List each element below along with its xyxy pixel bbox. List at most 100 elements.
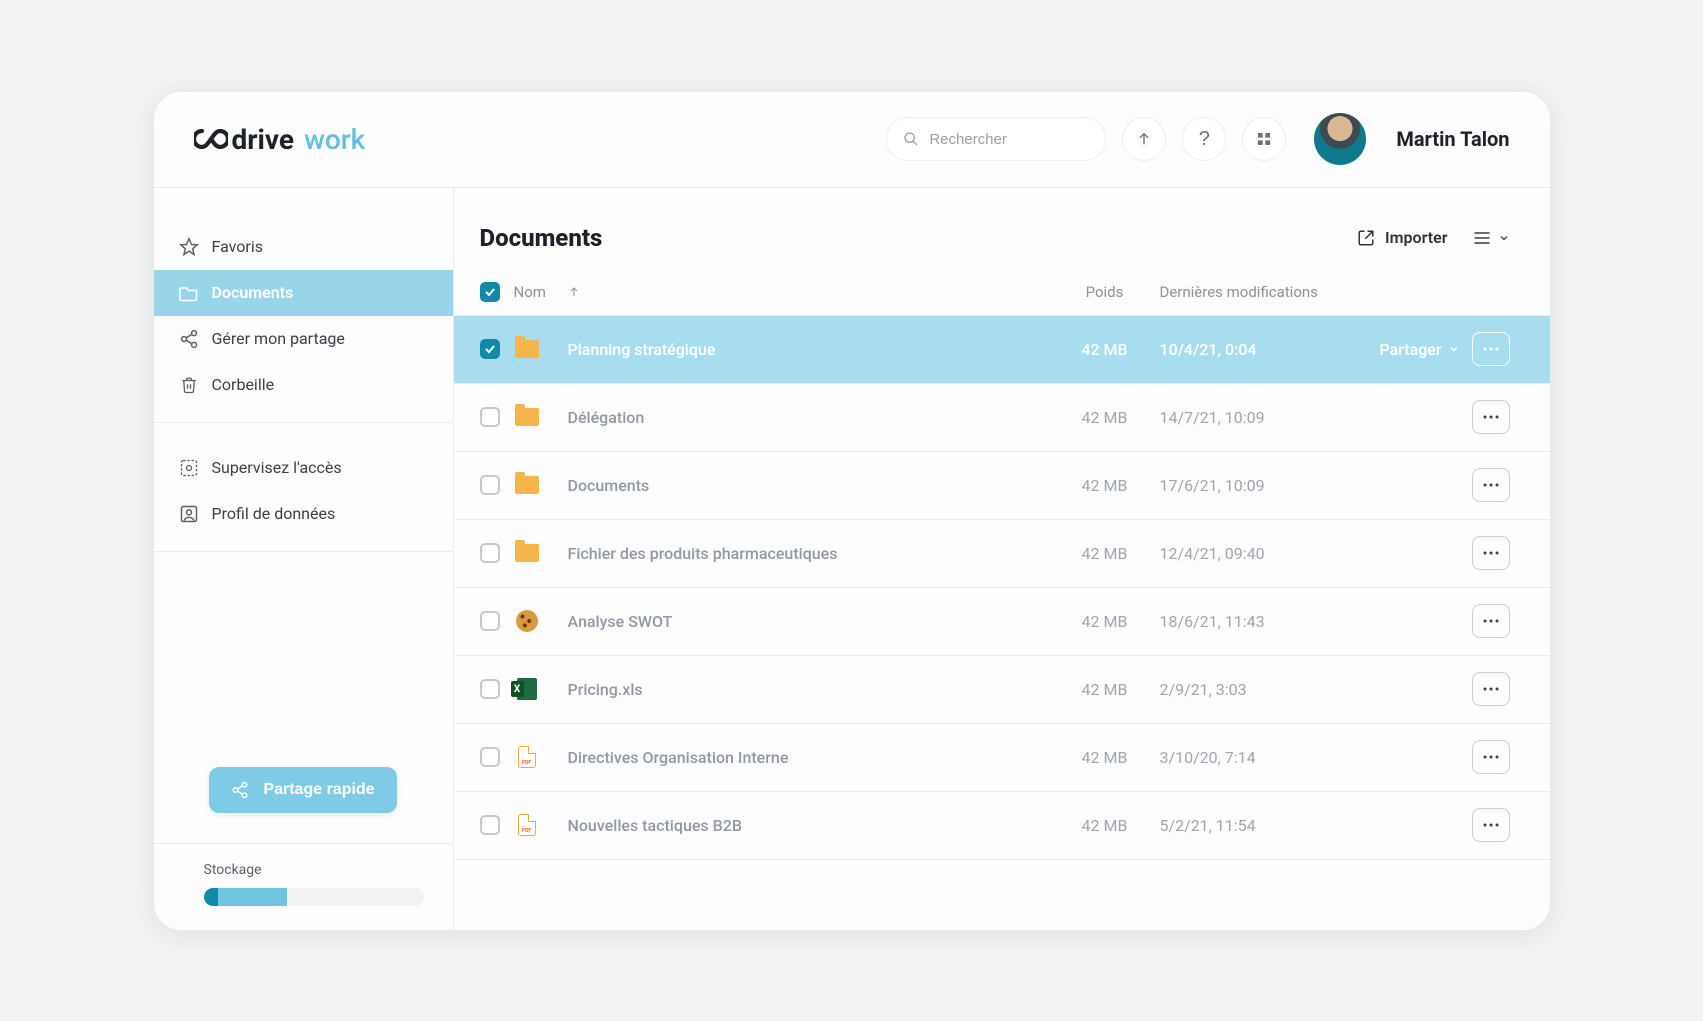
more-horizontal-icon	[1482, 550, 1500, 556]
app-window: drive work ? Martin Talon Favoris Documen…	[153, 91, 1551, 931]
file-modified: 14/7/21, 10:09	[1160, 408, 1360, 427]
logo-infinity-icon	[194, 129, 228, 149]
cookie-icon	[514, 610, 540, 632]
more-actions-button[interactable]	[1472, 808, 1510, 842]
more-horizontal-icon	[1482, 618, 1500, 624]
file-row[interactable]: Analyse SWOT42 MB18/6/21, 11:43	[454, 588, 1550, 656]
file-row[interactable]: Planning stratégique42 MB10/4/21, 0:04Pa…	[454, 316, 1550, 384]
sidebar-item-profil-de-donn-es[interactable]: Profil de données	[154, 491, 453, 537]
file-size: 42 MB	[1050, 612, 1160, 631]
file-row[interactable]: Nouvelles tactiques B2B 42 MB5/2/21, 11:5…	[454, 792, 1550, 860]
file-row[interactable]: Fichier des produits pharmaceutiques 42 M…	[454, 520, 1550, 588]
row-checkbox[interactable]	[480, 543, 500, 563]
sort-asc-icon[interactable]	[568, 286, 580, 298]
more-horizontal-icon	[1482, 686, 1500, 692]
sidebar-item-documents[interactable]: Documents	[154, 270, 453, 316]
file-modified: 18/6/21, 11:43	[1160, 612, 1360, 631]
more-actions-button[interactable]	[1472, 536, 1510, 570]
more-horizontal-icon	[1482, 414, 1500, 420]
file-modified: 12/4/21, 09:40	[1160, 544, 1360, 563]
nav-group-admin: Supervisez l'accès Profil de données	[154, 423, 453, 552]
row-checkbox[interactable]	[480, 611, 500, 631]
more-horizontal-icon	[1482, 346, 1500, 352]
list-view-icon	[1472, 230, 1492, 246]
storage-fill	[204, 888, 288, 906]
apps-grid-icon	[1256, 131, 1272, 147]
quick-share-label: Partage rapide	[263, 781, 374, 799]
import-button[interactable]: Importer	[1357, 228, 1447, 247]
file-name: Fichier des produits pharmaceutiques	[568, 544, 838, 563]
main-header: Documents Importer	[454, 188, 1550, 270]
select-all-checkbox[interactable]	[480, 282, 500, 302]
file-name: Planning stratégique	[568, 340, 716, 359]
search-input[interactable]	[929, 131, 1089, 148]
more-actions-button[interactable]	[1472, 672, 1510, 706]
more-actions-button[interactable]	[1472, 604, 1510, 638]
sidebar-item-label: Profil de données	[212, 504, 336, 523]
column-modified-header[interactable]: Dernières modifications	[1160, 283, 1360, 301]
sidebar: Favoris Documents Gérer mon partageCorbeil…	[154, 188, 454, 930]
column-size-header[interactable]: Poids	[1050, 283, 1160, 301]
more-actions-button[interactable]	[1472, 740, 1510, 774]
folder-icon	[514, 406, 540, 428]
file-size: 42 MB	[1050, 340, 1160, 359]
file-name: Pricing.xls	[568, 680, 643, 699]
file-size: 42 MB	[1050, 816, 1160, 835]
user-avatar[interactable]	[1314, 113, 1366, 165]
row-checkbox[interactable]	[480, 679, 500, 699]
folder-icon	[514, 542, 540, 564]
more-horizontal-icon	[1482, 822, 1500, 828]
profile-icon	[178, 504, 200, 524]
file-row[interactable]: Délégation42 MB14/7/21, 10:09	[454, 384, 1550, 452]
more-actions-button[interactable]	[1472, 332, 1510, 366]
help-icon: ?	[1199, 128, 1210, 151]
more-actions-button[interactable]	[1472, 400, 1510, 434]
nav-group-main: Favoris Documents Gérer mon partageCorbeil…	[154, 188, 453, 423]
row-checkbox[interactable]	[480, 339, 500, 359]
sidebar-item-g-rer-mon-partage[interactable]: Gérer mon partage	[154, 316, 453, 362]
more-actions-button[interactable]	[1472, 468, 1510, 502]
logo-brand: drive	[232, 123, 295, 156]
storage-section: Stockage	[154, 843, 453, 930]
help-button[interactable]: ?	[1182, 117, 1226, 161]
page-title: Documents	[480, 224, 603, 252]
file-size: 42 MB	[1050, 680, 1160, 699]
main-panel: Documents Importer Nom	[454, 188, 1550, 930]
user-name: Martin Talon	[1396, 127, 1509, 151]
file-size: 42 MB	[1050, 544, 1160, 563]
file-size: 42 MB	[1050, 476, 1160, 495]
file-row[interactable]: Directives Organisation Interne42 MB3/10…	[454, 724, 1550, 792]
row-checkbox[interactable]	[480, 815, 500, 835]
storage-bar	[204, 888, 424, 906]
row-checkbox[interactable]	[480, 475, 500, 495]
folder-icon	[514, 338, 540, 360]
file-modified: 2/9/21, 3:03	[1160, 680, 1360, 699]
apps-button[interactable]	[1242, 117, 1286, 161]
header: drive work ? Martin Talon	[154, 92, 1550, 188]
table-header: Nom Poids Dernières modifications	[454, 270, 1550, 316]
share-button[interactable]: Partager	[1379, 340, 1459, 359]
sidebar-item-corbeille[interactable]: Corbeille	[154, 362, 453, 408]
pdf-icon	[514, 814, 540, 836]
pdf-icon	[514, 746, 540, 768]
file-modified: 5/2/21, 11:54	[1160, 816, 1360, 835]
upload-button[interactable]	[1122, 117, 1166, 161]
file-size: 42 MB	[1050, 748, 1160, 767]
file-name: Directives Organisation Interne	[568, 748, 789, 767]
sidebar-item-supervisez-l-acc-s[interactable]: Supervisez l'accès	[154, 445, 453, 491]
file-row[interactable]: Pricing.xls 42 MB2/9/21, 3:03	[454, 656, 1550, 724]
column-name-header[interactable]: Nom	[514, 283, 546, 301]
search-box[interactable]	[886, 117, 1106, 161]
quick-share-button[interactable]: Partage rapide	[209, 767, 396, 813]
sidebar-item-label: Documents	[212, 283, 294, 302]
share-icon	[178, 329, 200, 349]
file-name: Nouvelles tactiques B2B	[568, 816, 742, 835]
upload-arrow-icon	[1136, 131, 1152, 147]
row-checkbox[interactable]	[480, 407, 500, 427]
file-row[interactable]: Documents42 MB17/6/21, 10:09	[454, 452, 1550, 520]
row-checkbox[interactable]	[480, 747, 500, 767]
view-toggle[interactable]	[1472, 230, 1510, 246]
more-horizontal-icon	[1482, 754, 1500, 760]
sidebar-item-favoris[interactable]: Favoris	[154, 224, 453, 270]
sidebar-item-label: Favoris	[212, 237, 264, 256]
